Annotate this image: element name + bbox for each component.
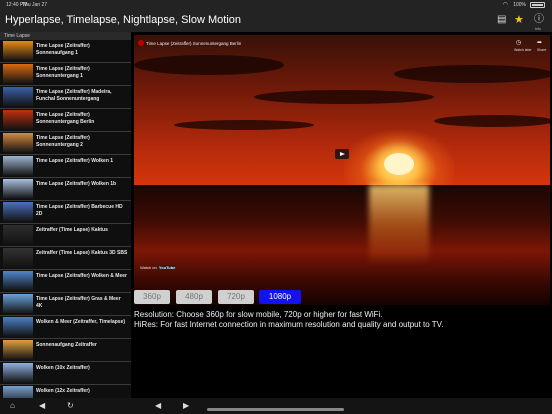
video-thumbnail [3, 225, 33, 245]
sidebar-video-item[interactable]: Time Lapse (Zeitraffer) Sonnenuntergang … [0, 109, 131, 132]
video-thumbnail [3, 340, 33, 360]
sidebar-item-label: Time Lapse (Zeitraffer) Wolken & Meer [36, 273, 127, 279]
sidebar-item-label: Time Lapse (Zeitraffer) Madeira, Funchal… [36, 89, 112, 102]
sidebar-section-title: Time Lapse [0, 32, 131, 40]
main-content: Time Lapse (Zeitraffer) Sonnenuntergang … [131, 32, 552, 398]
resolution-help-line-2: HiRes: For fast Internet connection in m… [134, 320, 444, 329]
resolution-1080p-button[interactable]: 1080p [259, 290, 301, 304]
app-header: Hyperlapse, Timelapse, Nightlapse, Slow … [0, 10, 552, 32]
sidebar-video-item[interactable]: Time Lapse (Zeitraffer) Barbecue HD 2D [0, 201, 131, 224]
sidebar-video-item[interactable]: Zeitraffer (Time Lapse) Kaktus [0, 224, 131, 247]
video-thumbnail [3, 363, 33, 383]
resolution-360p-button[interactable]: 360p [134, 290, 170, 304]
sidebar-item-label: Time Lapse (Zeitraffer) Wolken 1b [36, 181, 117, 187]
sidebar-item-label: Wolken (12x Zeitraffer) [36, 388, 90, 394]
sidebar-video-item[interactable]: Time Lapse (Zeitraffer) Sonnenuntergang … [0, 63, 131, 86]
video-thumbnail [3, 386, 33, 398]
sidebar-item-label: Wolken & Meer (Zeitraffer, Timelapse) [36, 319, 126, 325]
video-thumbnail [3, 179, 33, 199]
video-list-sidebar: Time Lapse Time Lapse (Zeitraffer) Sonne… [0, 32, 131, 398]
sidebar-video-item[interactable]: Wolken (10x Zeitraffer) [0, 362, 131, 385]
video-thumbnail [3, 271, 33, 291]
wifi-icon: ◠ [502, 2, 508, 8]
sun [384, 153, 414, 175]
video-thumbnail [3, 133, 33, 153]
youtube-logo: YouTube [157, 265, 177, 270]
resolution-720p-button[interactable]: 720p [218, 290, 254, 304]
sidebar-item-label: Zeitraffer (Time Lapse) Kaktus 3D SBS [36, 250, 128, 256]
video-thumbnail [3, 64, 33, 84]
sidebar-video-item[interactable]: Sonnenaufgang Zeitraffer [0, 339, 131, 362]
video-frame-sea [134, 185, 550, 305]
sidebar-video-item[interactable]: Wolken (12x Zeitraffer) [0, 385, 131, 398]
app-title: Hyperlapse, Timelapse, Nightlapse, Slow … [5, 14, 242, 26]
next-icon[interactable]: ▶ [183, 401, 189, 410]
sidebar-item-label: Time Lapse (Zeitraffer) Gras & Meer 4K [36, 296, 121, 309]
sidebar-video-item[interactable]: Time Lapse (Zeitraffer) Gras & Meer 4K [0, 293, 131, 316]
sidebar-video-item[interactable]: Time Lapse (Zeitraffer) Madeira, Funchal… [0, 86, 131, 109]
video-thumbnail [3, 87, 33, 107]
sidebar-video-item[interactable]: Time Lapse (Zeitraffer) Wolken & Meer [0, 270, 131, 293]
watch-later-icon[interactable]: ◷ [516, 39, 521, 46]
bottom-toolbar: ⌂ ◀ ↻ ◀ ▶ [0, 398, 552, 414]
video-thumbnail [3, 248, 33, 268]
reload-icon[interactable]: ↻ [67, 401, 74, 410]
back-icon[interactable]: ◀ [39, 401, 45, 410]
video-thumbnail [3, 156, 33, 176]
video-title: Time Lapse (Zeitraffer) Sonnenuntergang … [146, 41, 242, 46]
status-bar: 12:40 PM Thu Jan 27 ◠ 100% [0, 0, 552, 10]
watch-on-label: Watch on [140, 265, 157, 270]
favorite-star-icon[interactable]: ★ [514, 14, 524, 26]
previous-icon[interactable]: ◀ [155, 401, 161, 410]
sidebar-item-label: Sonnenaufgang Zeitraffer [36, 342, 97, 348]
sidebar-video-item[interactable]: Time Lapse (Zeitraffer) Sonnenuntergang … [0, 132, 131, 155]
share-label: Share [537, 48, 547, 52]
video-thumbnail [3, 202, 33, 222]
channel-icon [138, 40, 144, 46]
battery-percent: 100% [513, 2, 526, 8]
store-icon[interactable]: ▤ [497, 14, 506, 26]
video-thumbnail [3, 110, 33, 130]
status-date: Thu Jan 27 [22, 2, 48, 8]
watch-later-label: Watch later [514, 48, 532, 52]
sidebar-item-label: Time Lapse (Zeitraffer) Sonnenuntergang … [36, 112, 95, 125]
sidebar-video-item[interactable]: Zeitraffer (Time Lapse) Kaktus 3D SBS [0, 247, 131, 270]
home-indicator [207, 408, 344, 411]
video-thumbnail [3, 294, 33, 314]
sidebar-video-item[interactable]: Time Lapse (Zeitraffer) Wolken 1 [0, 155, 131, 178]
watch-on-youtube[interactable]: Watch on YouTube [140, 265, 177, 270]
sidebar-item-label: Time Lapse (Zeitraffer) Sonnenuntergang … [36, 135, 90, 148]
info-icon[interactable]: ⓘ [534, 14, 544, 26]
home-icon[interactable]: ⌂ [10, 401, 15, 410]
sidebar-item-label: Time Lapse (Zeitraffer) Sonnenaufgang 1 [36, 43, 90, 56]
sun-reflection [369, 185, 429, 265]
battery-icon [530, 2, 545, 8]
sidebar-item-label: Time Lapse (Zeitraffer) Wolken 1 [36, 158, 114, 164]
sidebar-item-label: Zeitraffer (Time Lapse) Kaktus [36, 227, 108, 233]
sidebar-video-item[interactable]: Wolken & Meer (Zeitraffer, Timelapse) [0, 316, 131, 339]
play-button[interactable] [335, 149, 349, 159]
share-icon[interactable]: ➦ [537, 39, 542, 46]
sidebar-item-label: Wolken (10x Zeitraffer) [36, 365, 90, 371]
video-player[interactable]: Time Lapse (Zeitraffer) Sonnenuntergang … [134, 35, 550, 305]
sidebar-item-label: Time Lapse (Zeitraffer) Barbecue HD 2D [36, 204, 123, 217]
sidebar-video-item[interactable]: Time Lapse (Zeitraffer) Sonnenaufgang 1 [0, 40, 131, 63]
resolution-help-text: Resolution: Choose 360p for slow mobile,… [134, 310, 549, 330]
resolution-help-line-1: Resolution: Choose 360p for slow mobile,… [134, 310, 383, 319]
info-label: Info [535, 27, 541, 31]
video-thumbnail [3, 41, 33, 61]
video-thumbnail [3, 317, 33, 337]
sidebar-item-label: Time Lapse (Zeitraffer) Sonnenuntergang … [36, 66, 90, 79]
sidebar-video-item[interactable]: Time Lapse (Zeitraffer) Wolken 1b [0, 178, 131, 201]
resolution-480p-button[interactable]: 480p [176, 290, 212, 304]
